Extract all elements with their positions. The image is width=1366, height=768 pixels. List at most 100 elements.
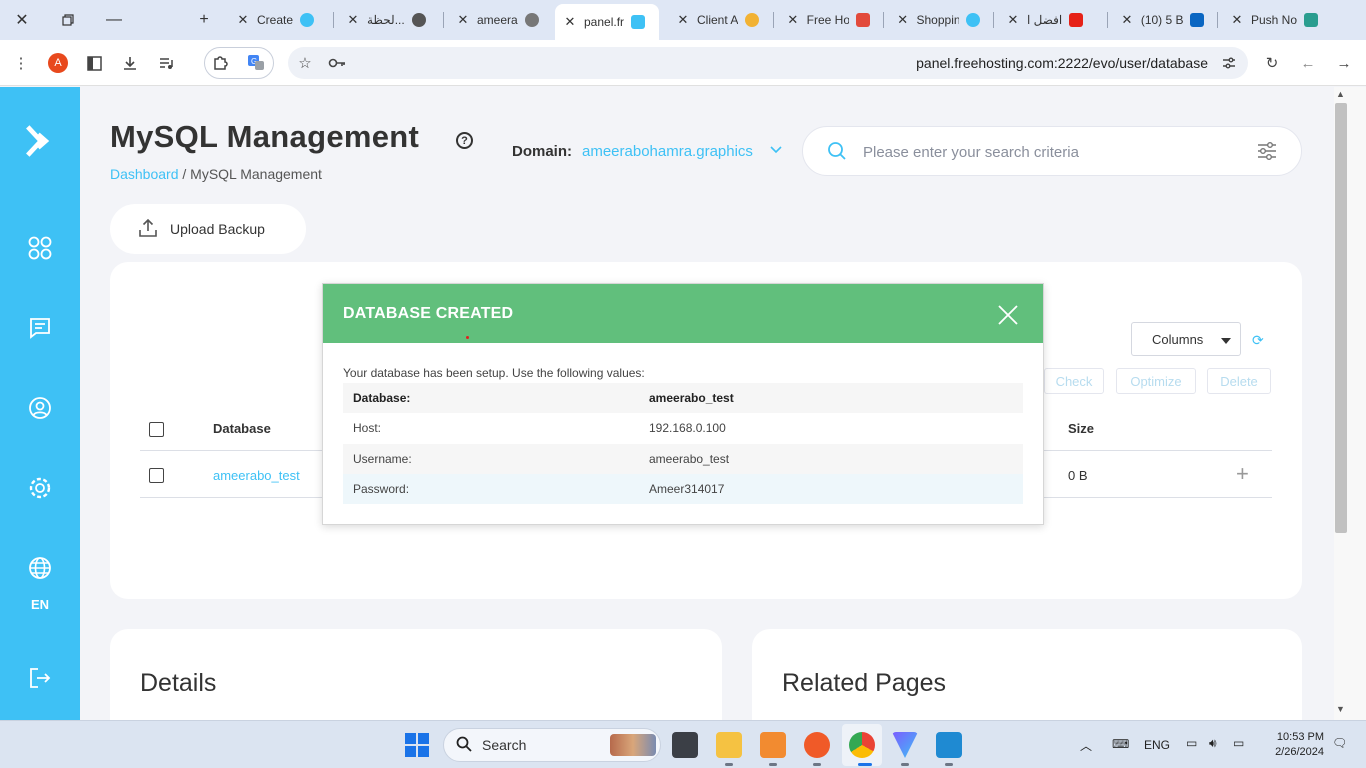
select-all-checkbox[interactable] (149, 422, 164, 437)
tab-close-icon[interactable]: ✕ (456, 12, 470, 28)
extensions-puzzle-icon[interactable] (207, 50, 233, 76)
taskbar-search[interactable]: Search (443, 728, 661, 762)
sidebar-toggle-icon[interactable] (81, 50, 107, 76)
columns-dropdown[interactable]: Columns (1131, 322, 1241, 356)
tab-close-icon[interactable]: ✕ (1006, 12, 1020, 28)
scroll-up-arrow-icon[interactable]: ▲ (1336, 89, 1345, 99)
tab-favicon-icon (300, 13, 315, 27)
logout-icon[interactable] (24, 662, 56, 694)
row-key: Host: (353, 421, 382, 435)
youtube-favicon-icon (1069, 13, 1084, 27)
message-icon[interactable] (24, 312, 56, 344)
notification-icon[interactable]: 🗨︎ (1332, 736, 1347, 750)
browser-tab[interactable]: ✕ Free Ho (778, 4, 878, 36)
search-highlight-image (610, 734, 656, 756)
new-tab-button[interactable]: + (192, 8, 216, 32)
keyboard-icon[interactable]: ⌨ (1112, 737, 1129, 751)
close-window-icon[interactable]: ✕ (10, 8, 34, 32)
site-settings-icon[interactable] (1216, 50, 1242, 76)
expand-plus-icon[interactable]: + (1236, 461, 1249, 487)
volume-icon[interactable]: 🔊︎ (1209, 736, 1217, 751)
tab-close-icon[interactable]: ✕ (786, 12, 800, 28)
chrome-icon[interactable] (849, 732, 875, 758)
tab-close-icon[interactable]: ✕ (1120, 12, 1134, 28)
media-queue-icon[interactable] (153, 50, 179, 76)
globe-icon[interactable] (24, 552, 56, 584)
taskbar-clock[interactable]: 10:53 PM 2/26/2024 (1262, 730, 1324, 760)
tab-close-icon[interactable]: ✕ (346, 12, 360, 28)
chevron-down-icon[interactable] (770, 143, 782, 157)
language-label[interactable]: EN (0, 597, 80, 612)
password-key-icon[interactable] (324, 50, 350, 76)
windows-start-icon[interactable] (405, 733, 429, 757)
browser-tab-active[interactable]: ✕ panel.fr (555, 4, 659, 40)
battery-icon[interactable]: ▭ (1233, 736, 1244, 750)
minimize-window-icon[interactable]: — (102, 8, 126, 32)
column-header-size[interactable]: Size (1068, 421, 1094, 436)
browser-tab[interactable]: ✕ Client A (668, 4, 768, 36)
scroll-down-arrow-icon[interactable]: ▼ (1336, 704, 1345, 714)
close-icon[interactable] (997, 304, 1019, 326)
profile-avatar[interactable]: A (45, 50, 71, 76)
user-icon[interactable] (24, 392, 56, 424)
browser-tab[interactable]: ✕ Create (228, 4, 328, 36)
tab-title: Shoppin (916, 13, 960, 27)
download-icon[interactable] (117, 50, 143, 76)
tab-title: (10) 5 B (1140, 13, 1183, 27)
address-bar[interactable]: ☆ panel.freehosting.com:2222/evo/user/da… (288, 47, 1248, 79)
tab-close-icon[interactable]: ✕ (676, 12, 690, 28)
back-arrow-icon[interactable]: ← (1295, 50, 1321, 76)
row-key: Database: (353, 391, 411, 405)
database-name-link[interactable]: ameerabo_test (213, 468, 300, 483)
tray-chevron-up-icon[interactable]: ︿ (1080, 737, 1092, 754)
tab-close-icon[interactable]: ✕ (1230, 12, 1244, 28)
restore-window-icon[interactable] (56, 8, 80, 32)
reload-icon[interactable]: ↻ (1259, 50, 1285, 76)
dialog-row-database: Database: ameerabo_test (343, 383, 1023, 413)
bookmark-star-icon[interactable]: ☆ (292, 50, 318, 76)
input-language-label[interactable]: ENG (1144, 738, 1170, 752)
file-explorer-icon[interactable] (716, 732, 742, 758)
browser-tab[interactable]: ✕ لحظة... (338, 4, 438, 36)
check-button[interactable]: Check (1044, 368, 1104, 394)
logo-arrow-icon[interactable] (24, 125, 56, 157)
breadcrumb-dashboard-link[interactable]: Dashboard (110, 166, 179, 182)
postman-icon[interactable] (804, 732, 830, 758)
clock-date: 2/26/2024 (1275, 746, 1324, 758)
upload-backup-button[interactable]: Upload Backup (110, 204, 306, 254)
help-question-icon[interactable]: ? (456, 132, 473, 149)
dashboard-grid-icon[interactable] (24, 232, 56, 264)
search-input[interactable] (863, 140, 1243, 164)
browser-tab[interactable]: ✕ Push No (1222, 4, 1332, 36)
delete-button[interactable]: Delete (1207, 368, 1271, 394)
column-header-database[interactable]: Database (213, 421, 271, 436)
tab-title: لحظة... (367, 13, 405, 27)
forward-arrow-icon[interactable]: → (1331, 50, 1357, 76)
domain-selector[interactable]: ameerabohamra.graphics (582, 143, 753, 160)
settings-gear-icon[interactable] (24, 472, 56, 504)
browser-menu-icon[interactable]: ⋮ (8, 50, 34, 76)
optimize-button[interactable]: Optimize (1116, 368, 1196, 394)
task-view-icon[interactable] (672, 732, 698, 758)
row-value: ameerabo_test (649, 391, 734, 405)
filter-sliders-icon[interactable] (1257, 141, 1277, 166)
xampp-icon[interactable] (760, 732, 786, 758)
tab-close-icon[interactable]: ✕ (236, 12, 250, 28)
proton-vpn-icon[interactable] (892, 732, 918, 758)
browser-tab[interactable]: ✕ Shoppin (888, 4, 988, 36)
tab-close-icon[interactable]: ✕ (563, 14, 577, 30)
row-checkbox[interactable] (149, 468, 164, 483)
browser-tab[interactable]: ✕ افضل ا (998, 4, 1102, 36)
browser-toolbar: ⋮ A G ☆ panel.freehosting.com:2222/evo/u… (0, 40, 1366, 86)
refresh-icon[interactable]: ⟳ (1252, 332, 1264, 349)
translate-icon[interactable]: G (243, 50, 269, 76)
browser-tab[interactable]: ✕ (10) 5 B (1112, 4, 1212, 36)
tab-favicon-icon (1304, 13, 1319, 27)
tab-title: افضل ا (1027, 13, 1063, 27)
tab-close-icon[interactable]: ✕ (896, 12, 910, 28)
scrollbar-thumb[interactable] (1335, 103, 1347, 533)
network-icon[interactable]: ▭ (1186, 736, 1197, 750)
browser-tab[interactable]: ✕ ameera (448, 4, 548, 36)
vscode-icon[interactable] (936, 732, 962, 758)
search-icon (827, 141, 847, 166)
